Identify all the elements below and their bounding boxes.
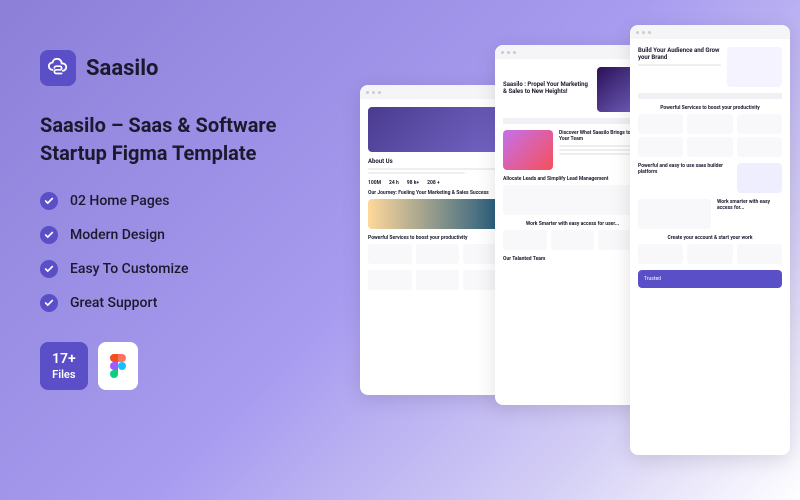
mock-heading: Our Talanted Team	[503, 256, 642, 262]
figma-badge	[98, 342, 138, 390]
feature-label: Great Support	[70, 295, 157, 311]
mock-stat: 98 k+	[407, 180, 419, 186]
check-icon	[40, 260, 58, 278]
files-badge: 17+ Files	[40, 342, 88, 390]
badge-label: Files	[52, 368, 75, 381]
mock-stat: 208 +	[427, 180, 440, 186]
template-previews: About Us 100M 24 h 98 k+ 208 + Our Journ…	[360, 25, 780, 475]
feature-label: Easy To Customize	[70, 261, 188, 277]
feature-item: Easy To Customize	[40, 260, 340, 278]
brand-logo: Saasilo	[40, 50, 340, 86]
mock-stat: 100M	[368, 180, 381, 186]
feature-item: 02 Home Pages	[40, 192, 340, 210]
figma-icon	[110, 354, 126, 378]
mock-heading: Saasilo : Propel Your Marketing & Sales …	[503, 81, 591, 95]
mock-heading: Our Journey: Fueling Your Marketing & Sa…	[368, 190, 507, 196]
mock-heading: Work smarter with easy access for...	[717, 199, 782, 211]
badge-count: 17+	[52, 350, 76, 368]
mock-trusted: Trusted	[638, 270, 782, 288]
mock-heading: Powerful Services to boost your producti…	[368, 235, 507, 241]
mock-heading: Work Smarter with easy access for user..…	[503, 221, 642, 227]
feature-list: 02 Home Pages Modern Design Easy To Cust…	[40, 192, 340, 312]
feature-label: 02 Home Pages	[70, 193, 170, 209]
mock-heading: Allocate Leads and Simplify Lead Managem…	[503, 176, 642, 182]
mock-heading: About Us	[368, 158, 507, 165]
feature-item: Modern Design	[40, 226, 340, 244]
mockup-marketing: Saasilo : Propel Your Marketing & Sales …	[495, 45, 650, 405]
feature-item: Great Support	[40, 294, 340, 312]
brand-name: Saasilo	[86, 56, 158, 81]
mock-heading: Create your account & start your work	[638, 235, 782, 241]
mock-heading: Build Your Audience and Grow your Brand	[638, 47, 721, 61]
mockup-audience: Build Your Audience and Grow your Brand …	[630, 25, 790, 455]
mockup-about: About Us 100M 24 h 98 k+ 208 + Our Journ…	[360, 85, 515, 395]
feature-label: Modern Design	[70, 227, 165, 243]
mock-heading: Powerful and easy to use saas builder pl…	[638, 163, 731, 175]
logo-icon	[40, 50, 76, 86]
check-icon	[40, 294, 58, 312]
check-icon	[40, 226, 58, 244]
mock-heading: Powerful Services to boost your producti…	[638, 105, 782, 111]
badges: 17+ Files	[40, 342, 340, 390]
mock-stat: 24 h	[389, 180, 399, 186]
page-title: Saasilo – Saas & Software Startup Figma …	[40, 111, 340, 167]
check-icon	[40, 192, 58, 210]
